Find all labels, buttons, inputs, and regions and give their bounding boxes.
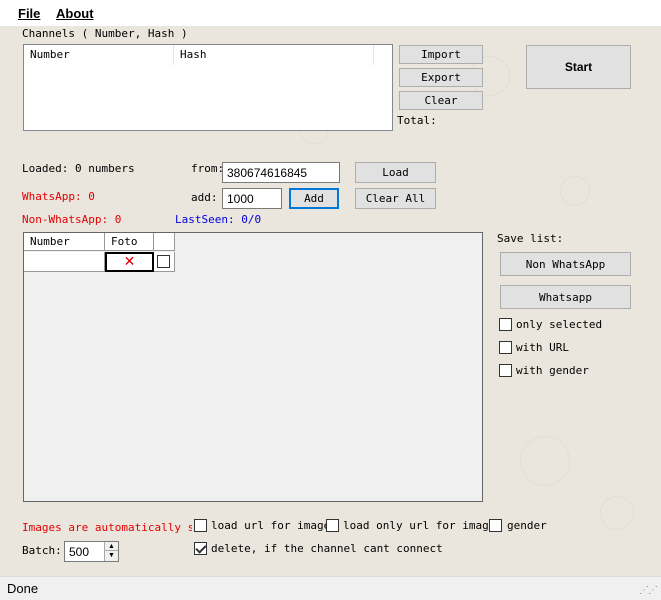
save-list-title: Save list: <box>497 232 564 245</box>
grid-col-foto[interactable]: Foto <box>105 233 154 251</box>
from-label: from: <box>191 162 225 175</box>
only-selected-label: only selected <box>516 318 603 331</box>
loaded-count: Loaded: 0 numbers <box>22 162 135 175</box>
channels-title: Channels ( Number, Hash ) <box>22 27 188 40</box>
resize-grip-icon[interactable]: ⋰⋰ <box>639 585 658 596</box>
images-note: Images are automatically save <box>22 521 192 534</box>
whatsapp-count: WhatsApp: 0 <box>22 190 95 203</box>
only-selected-checkbox[interactable] <box>499 318 512 331</box>
import-button[interactable]: Import <box>399 45 483 64</box>
total-label: Total: <box>397 114 437 127</box>
clear-button[interactable]: Clear <box>399 91 483 110</box>
broken-image-icon: ✕ <box>123 254 136 270</box>
with-url-checkbox[interactable] <box>499 341 512 354</box>
from-input[interactable]: 380674616845 <box>222 162 340 183</box>
load-url-checkbox[interactable] <box>194 519 207 532</box>
channels-col-hash[interactable]: Hash <box>174 45 374 65</box>
delete-channel-label: delete, if the channel cant connect <box>211 542 443 555</box>
grid-col-number[interactable]: Number <box>24 233 105 251</box>
background-doodle <box>520 436 570 486</box>
channels-col-number[interactable]: Number <box>24 45 174 65</box>
menu-file[interactable]: File <box>18 6 40 21</box>
gender-checkbox[interactable] <box>489 519 502 532</box>
channels-list[interactable]: Number Hash <box>23 44 393 131</box>
numbers-grid[interactable]: Number Foto ✕ <box>23 232 483 502</box>
load-only-url-label: load only url for images <box>343 519 502 532</box>
with-gender-checkbox[interactable] <box>499 364 512 377</box>
grid-cell-foto[interactable]: ✕ <box>105 252 154 272</box>
start-button[interactable]: Start <box>526 45 631 89</box>
save-whatsapp-button[interactable]: Whatsapp <box>500 285 631 309</box>
background-doodle <box>560 176 590 206</box>
clear-all-button[interactable]: Clear All <box>355 188 436 209</box>
with-url-label: with URL <box>516 341 569 354</box>
batch-label: Batch: <box>22 544 62 557</box>
load-button[interactable]: Load <box>355 162 436 183</box>
spin-up-icon[interactable]: ▲ <box>104 542 118 551</box>
add-button[interactable]: Add <box>289 188 339 209</box>
menu-about[interactable]: About <box>56 6 94 21</box>
grid-cell-number[interactable] <box>24 252 105 272</box>
with-gender-label: with gender <box>516 364 589 377</box>
non-whatsapp-count: Non-WhatsApp: 0 <box>22 213 122 226</box>
gender-label: gender <box>507 519 547 532</box>
add-label: add: <box>191 191 218 204</box>
grid-cell-select[interactable] <box>154 252 175 272</box>
batch-stepper[interactable]: 500 ▲ ▼ <box>64 541 119 562</box>
load-only-url-checkbox[interactable] <box>326 519 339 532</box>
grid-col-select[interactable] <box>154 233 175 251</box>
add-input[interactable]: 1000 <box>222 188 282 209</box>
status-text: Done <box>7 581 39 596</box>
load-url-label: load url for images <box>211 519 337 532</box>
delete-channel-checkbox[interactable] <box>194 542 207 555</box>
export-button[interactable]: Export <box>399 68 483 87</box>
status-bar: Done ⋰⋰ <box>0 576 661 600</box>
menu-bar: File About <box>0 0 661 26</box>
row-select-checkbox[interactable] <box>157 255 170 268</box>
save-non-whatsapp-button[interactable]: Non WhatsApp <box>500 252 631 276</box>
batch-value: 500 <box>69 545 90 559</box>
spin-down-icon[interactable]: ▼ <box>104 551 118 561</box>
background-doodle <box>600 496 634 530</box>
lastseen-count: LastSeen: 0/0 <box>175 213 262 226</box>
